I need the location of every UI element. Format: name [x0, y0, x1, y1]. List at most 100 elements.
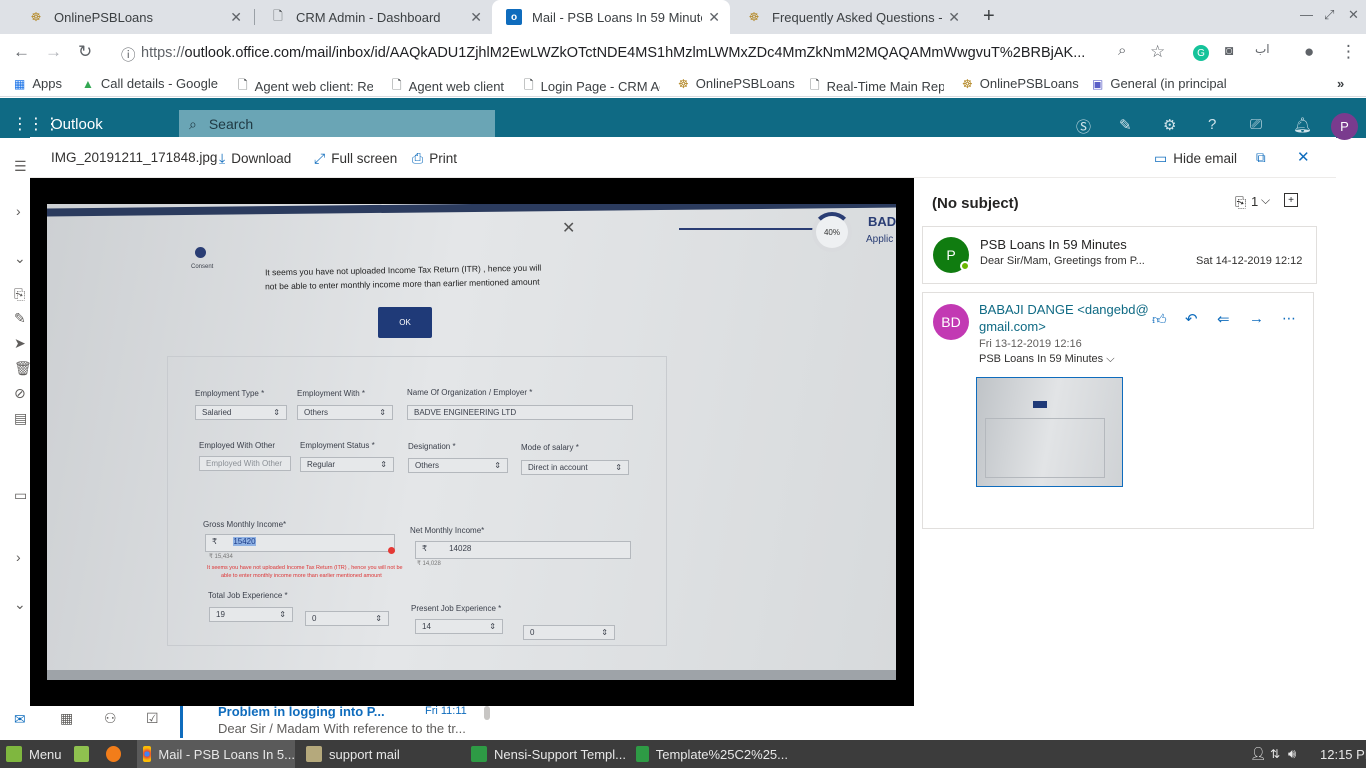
tab-faq[interactable]: ☸ Frequently Asked Questions - P ✕	[732, 0, 970, 34]
info-icon[interactable]: ⓘ	[121, 44, 136, 65]
help-icon[interactable]: ?	[1208, 116, 1216, 133]
firefox-launcher-icon[interactable]	[106, 740, 128, 768]
expand-chevron-icon[interactable]: ›	[16, 549, 21, 565]
profile-icon[interactable]: ●	[1304, 42, 1314, 62]
document-icon: 🗋	[392, 78, 402, 92]
close-tab-icon[interactable]: ✕	[230, 9, 242, 26]
junk-icon[interactable]: ⊘	[14, 385, 26, 402]
reload-icon[interactable]: ↻	[78, 42, 92, 62]
mail-icon[interactable]: ✉	[14, 711, 26, 728]
chevron-down-icon[interactable]: ⌵	[1261, 193, 1270, 208]
people-icon[interactable]: ⚇	[104, 710, 117, 727]
close-tab-icon[interactable]: ✕	[708, 9, 720, 26]
tab-divider	[254, 9, 255, 25]
message-sender[interactable]: BABAJI DANGE <dangebd@	[979, 302, 1149, 317]
sent-icon[interactable]: ➤	[14, 335, 26, 352]
pop-out-icon[interactable]: ⧉	[1256, 150, 1266, 166]
bookmark-real-time-report[interactable]: 🗋 Real-Time Main Rep	[810, 76, 944, 97]
attachment-paperclip-icon[interactable]: ⎘	[1235, 194, 1246, 211]
fullscreen-button[interactable]: ⤢ Full screen	[314, 150, 397, 167]
settings-gear-icon[interactable]: ⚙	[1163, 116, 1176, 134]
bookmark-apps[interactable]: ▦ Apps	[14, 76, 74, 91]
notifications-bell-icon[interactable]: 🔔︎	[1293, 116, 1312, 134]
archive-icon[interactable]: ▤	[14, 410, 27, 427]
print-button[interactable]: ⎙ Print	[412, 150, 457, 167]
volume-tray-icon[interactable]: 🔊︎	[1288, 740, 1296, 768]
calendar-icon[interactable]: ▦	[60, 710, 73, 727]
user-tray-icon[interactable]: 👤︎	[1250, 740, 1267, 768]
bookmark-onlinepsbloans-2[interactable]: ☸ OnlinePSBLoans	[962, 76, 1080, 91]
close-viewer-icon[interactable]: ✕	[1297, 148, 1310, 166]
bookmark-star-icon[interactable]: ☆	[1150, 42, 1165, 62]
taskbar-item-support-mail[interactable]: support mail	[306, 740, 456, 768]
drafts-pencil-icon[interactable]: ✎	[14, 310, 26, 327]
tab-crm-admin[interactable]: 🗋 CRM Admin - Dashboard ✕	[256, 0, 492, 34]
feedback-icon[interactable]: ⎚	[1250, 116, 1262, 133]
new-tab-button[interactable]: +	[983, 5, 995, 28]
collapse-chevron-icon[interactable]: ⌄	[14, 250, 26, 267]
tab-outlook-mail[interactable]: o Mail - PSB Loans In 59 Minutes ✕	[492, 0, 730, 34]
start-menu-button[interactable]: Menu	[6, 740, 66, 768]
organization-value: BADVE ENGINEERING LTD	[414, 408, 517, 417]
address-bar[interactable]: ⓘ https://outlook.office.com/mail/inbox/…	[113, 39, 1143, 67]
close-window-icon[interactable]: ✕	[1348, 7, 1359, 23]
tasks-checkbox-icon[interactable]: ☑	[146, 710, 159, 727]
taskbar-item-template[interactable]: Template%25C2%25...	[636, 740, 788, 768]
user-avatar[interactable]: P	[1331, 113, 1358, 140]
back-icon[interactable]: ←	[13, 42, 30, 62]
conversation-icon[interactable]: ▭	[14, 487, 27, 504]
minimize-icon[interactable]: —	[1300, 7, 1313, 22]
more-bookmarks-icon[interactable]: »	[1337, 76, 1344, 91]
taskbar-item-nensi-template[interactable]: Nensi-Support Templ...	[471, 740, 626, 768]
expand-chevron-icon[interactable]: ›	[16, 203, 21, 219]
network-tray-icon[interactable]: ⇅	[1270, 740, 1280, 768]
gross-income-value: 15420	[233, 537, 256, 546]
bookmark-agent-web-client-re[interactable]: 🗋 Agent web client: Re	[238, 76, 373, 97]
bookmark-agent-web-client[interactable]: 🗋 Agent web client	[392, 76, 512, 97]
attachment-thumbnail[interactable]	[976, 377, 1123, 487]
dialog-message-line1: It seems you have not uploaded Income Ta…	[264, 262, 542, 278]
reply-all-icon[interactable]: ⇐	[1217, 310, 1230, 328]
close-tab-icon[interactable]: ✕	[470, 9, 482, 26]
grammarly-extension-icon[interactable]: G	[1193, 45, 1209, 61]
inbox-icon[interactable]: ⎘	[14, 286, 25, 303]
taskbar-item-mail[interactable]: Mail - PSB Loans In 5...	[137, 740, 295, 768]
show-desktop-icon[interactable]	[74, 740, 96, 768]
reply-icon[interactable]: ↶	[1185, 310, 1198, 328]
bookmark-label: Call details - Google	[100, 76, 218, 91]
to-do-icon[interactable]: ✎	[1119, 116, 1132, 134]
search-input[interactable]: ⌕ Search	[179, 110, 495, 138]
message-recipients[interactable]: PSB Loans In 59 Minutes ⌵	[979, 353, 1115, 366]
skype-icon[interactable]: Ⓢ	[1076, 116, 1091, 137]
restore-icon[interactable]: ⤢	[1324, 7, 1334, 23]
more-actions-icon[interactable]: ⋯	[1282, 310, 1296, 327]
close-tab-icon[interactable]: ✕	[948, 9, 960, 26]
thread-sender: PSB Loans In 59 Minutes	[980, 237, 1127, 252]
list-item[interactable]: Problem in logging into P... Fri 11:11 D…	[180, 703, 500, 738]
hide-email-button[interactable]: ▭ Hide email	[1154, 150, 1237, 167]
camera-extension-icon[interactable]: ◙	[1225, 42, 1233, 58]
forward-icon[interactable]: →	[1249, 310, 1264, 327]
like-thumb-icon[interactable]: 👍︎	[1152, 311, 1167, 328]
outlook-app-title[interactable]: Outlook	[51, 116, 103, 133]
bookmark-teams-general[interactable]: ▣ General (in principal	[1092, 76, 1230, 91]
total-experience-years: 19	[216, 610, 225, 619]
bookmark-onlinepsbloans[interactable]: ☸ OnlinePSBLoans	[678, 76, 796, 91]
forward-icon[interactable]: →	[45, 42, 62, 62]
zoom-search-icon[interactable]: ⌕	[1118, 42, 1126, 59]
hamburger-menu-icon[interactable]: ☰	[14, 158, 27, 175]
total-experience-months-select: 0 ⇕	[305, 611, 389, 626]
bookmark-login-page[interactable]: 🗋 Login Page - CRM Ac	[524, 76, 660, 97]
thread-summary-card[interactable]: P PSB Loans In 59 Minutes Dear Sir/Mam, …	[922, 226, 1317, 284]
scrollbar-thumb[interactable]	[484, 706, 490, 720]
bookmark-call-details[interactable]: ▲ Call details - Google	[82, 76, 220, 91]
download-button[interactable]: ⤓ Download	[219, 150, 291, 167]
message-sender-email[interactable]: gmail.com>	[979, 319, 1046, 334]
hide-email-label: Hide email	[1173, 151, 1238, 166]
translate-extension-icon[interactable]: ﺍﺏ	[1255, 42, 1270, 56]
chrome-menu-icon[interactable]: ⋮	[1340, 42, 1357, 62]
tab-onlinepsbloans[interactable]: ☸ OnlinePSBLoans ✕	[14, 0, 252, 34]
taskbar-clock[interactable]: 12:15 PM	[1320, 740, 1366, 768]
expand-all-icon[interactable]: +	[1284, 193, 1298, 207]
collapse-chevron-icon[interactable]: ⌄	[14, 596, 26, 613]
